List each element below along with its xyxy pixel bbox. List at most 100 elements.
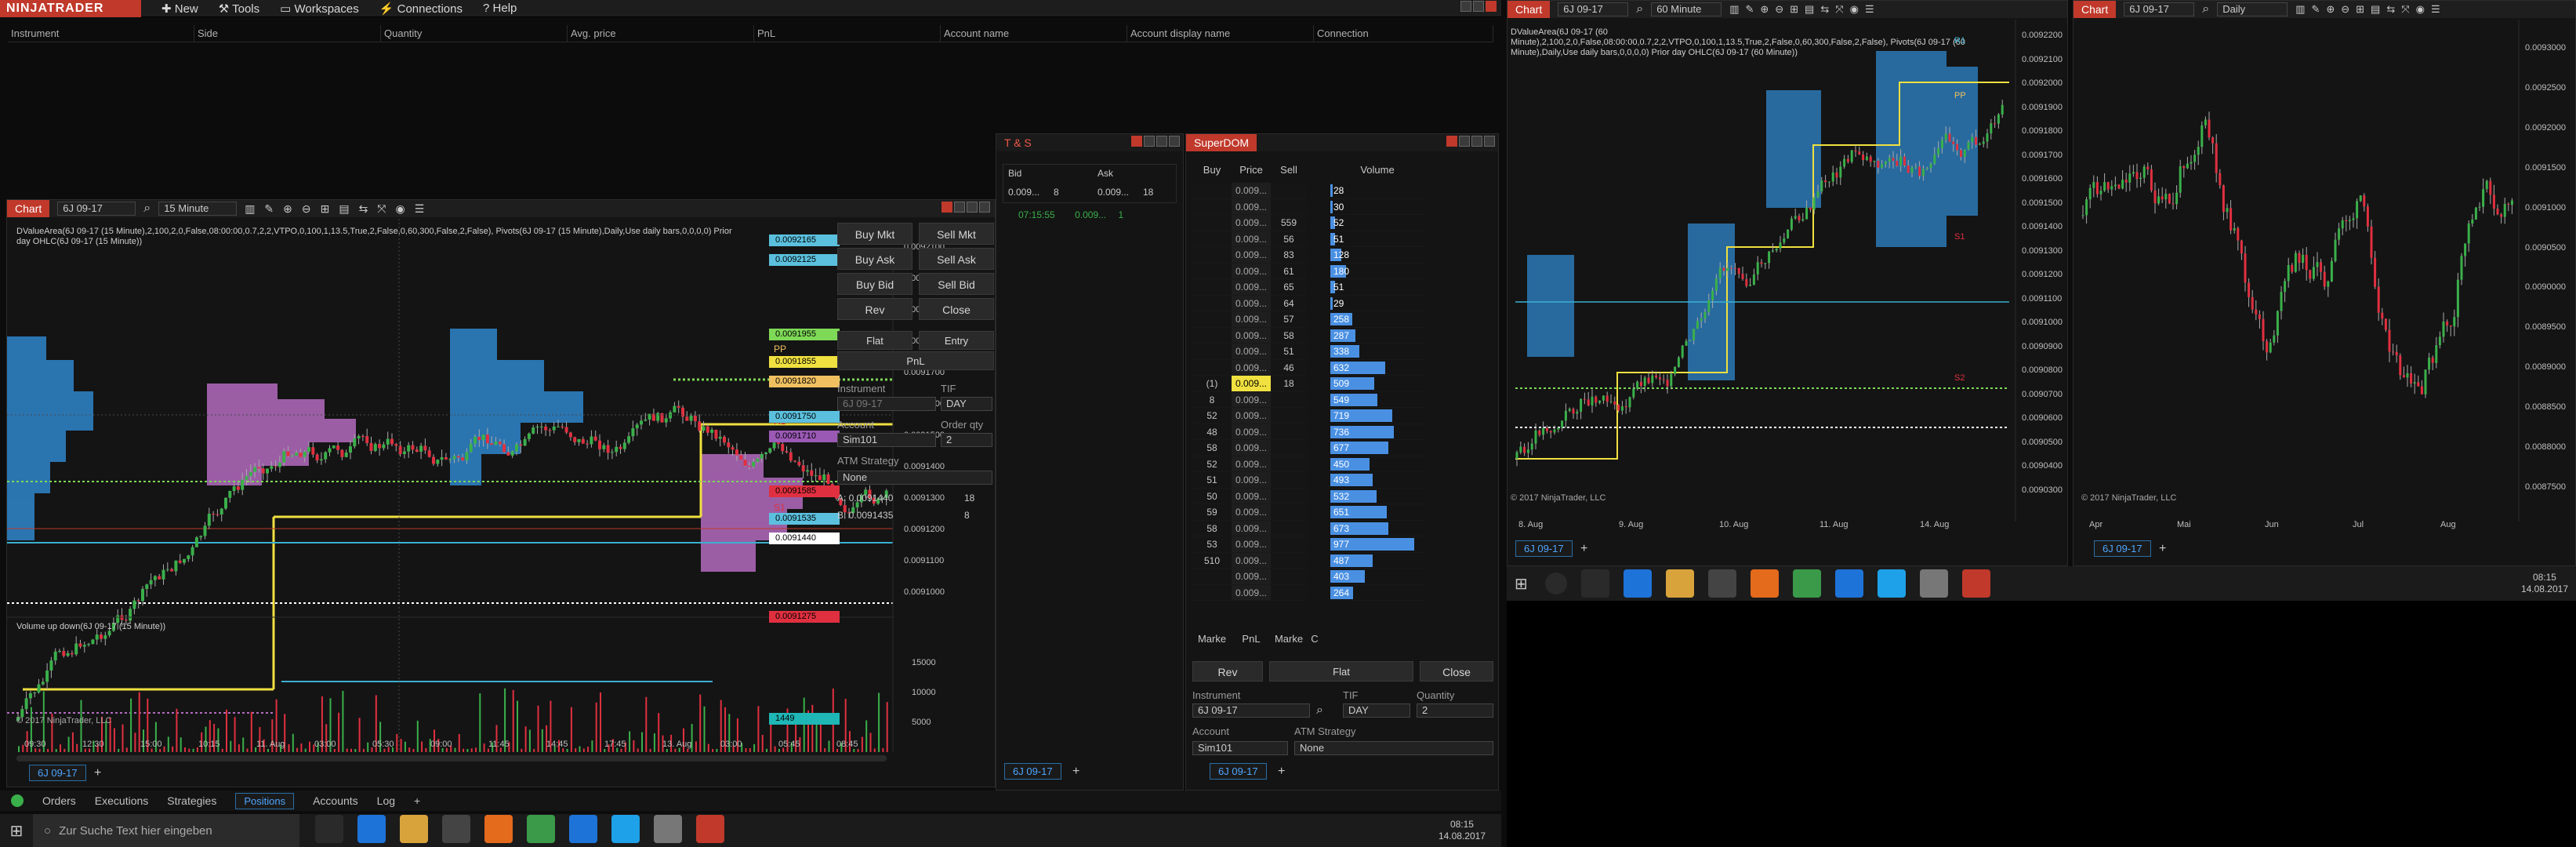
price-chart-area[interactable] xyxy=(2073,20,2576,522)
tab-log[interactable]: Log xyxy=(377,794,395,807)
windows-start-icon[interactable]: ⊞ xyxy=(1515,574,1528,594)
ladder-row[interactable]: 0.009... 83 128 xyxy=(1192,247,1493,264)
sell-cell[interactable]: 51 xyxy=(1271,344,1307,360)
ladder-row[interactable]: 0.009... 57 258 xyxy=(1192,311,1493,328)
column-quantity[interactable]: Quantity xyxy=(381,25,568,42)
superdom-instrument-tab[interactable]: 6J 09-17 + xyxy=(1210,763,1285,780)
column-side[interactable]: Side xyxy=(194,25,381,42)
buy-cell[interactable]: 59 xyxy=(1192,504,1232,521)
chart-tool-icons[interactable]: ▥✎⊕⊖⊞▤⇆⤧◉☰ xyxy=(1729,3,1880,16)
buy-cell[interactable] xyxy=(1192,584,1232,601)
sell-cell[interactable] xyxy=(1271,536,1307,553)
buy-cell[interactable]: 52 xyxy=(1192,456,1232,472)
ladder-row[interactable]: 58 0.009... 673 xyxy=(1192,520,1493,536)
ladder-row[interactable]: 58 0.009... 677 xyxy=(1192,440,1493,456)
sell-cell[interactable] xyxy=(1271,552,1307,569)
sell-cell[interactable]: 46 xyxy=(1271,359,1307,376)
sell-cell[interactable]: 83 xyxy=(1271,247,1307,264)
superdom-account-select[interactable]: Sim101 xyxy=(1192,741,1288,755)
sell-cell[interactable] xyxy=(1271,584,1307,601)
menu-new[interactable]: ✚ New xyxy=(161,2,198,16)
teamviewer-icon[interactable] xyxy=(1834,569,1863,598)
price-cell[interactable]: 0.009... xyxy=(1232,327,1271,344)
price-cell[interactable]: 0.009... xyxy=(1232,359,1271,376)
price-cell[interactable]: 0.009... xyxy=(1232,504,1271,521)
buy-cell[interactable] xyxy=(1192,247,1232,264)
price-cell[interactable]: 0.009... xyxy=(1232,279,1271,296)
price-cell[interactable]: 0.009... xyxy=(1232,391,1271,408)
instrument-selector[interactable]: 6J 09-17 xyxy=(1558,2,1629,16)
ladder-row[interactable]: 510 0.009... 487 xyxy=(1192,552,1493,569)
column-account-display-name[interactable]: Account display name xyxy=(1127,25,1314,42)
utility-icon[interactable] xyxy=(654,814,682,843)
sell-cell[interactable]: 61 xyxy=(1271,263,1307,279)
link-icon[interactable] xyxy=(1446,135,1457,147)
buy-cell[interactable] xyxy=(1192,359,1232,376)
order-qty-input[interactable]: 2 xyxy=(941,433,992,447)
buy-cell[interactable] xyxy=(1192,215,1232,231)
sell-cell[interactable]: 65 xyxy=(1271,279,1307,296)
buy-cell[interactable]: 51 xyxy=(1192,472,1232,489)
store-icon[interactable] xyxy=(1707,569,1736,598)
tif-select[interactable]: DAY xyxy=(941,397,992,411)
price-cell[interactable]: 0.009... xyxy=(1232,311,1271,328)
atm-strategy-select[interactable]: None xyxy=(837,471,992,485)
buy-bid-button[interactable]: Buy Bid xyxy=(837,273,912,295)
ladder-row[interactable]: 50 0.009... 532 xyxy=(1192,488,1493,504)
add-tab-icon[interactable]: + xyxy=(1072,765,1079,778)
time-axis[interactable]: Apr Mai Jun Jul Aug xyxy=(2081,520,2520,533)
price-cell[interactable]: 0.009... xyxy=(1232,552,1271,569)
add-tab-icon[interactable]: + xyxy=(94,766,101,780)
utility-icon[interactable] xyxy=(1919,569,1948,598)
ladder-row[interactable]: 51 0.009... 493 xyxy=(1192,472,1493,489)
price-cell[interactable]: 0.009... xyxy=(1232,215,1271,231)
task-view-icon[interactable] xyxy=(1580,569,1609,598)
maximize-icon[interactable] xyxy=(1156,135,1167,147)
tab-accounts[interactable]: Accounts xyxy=(313,794,358,807)
sell-cell[interactable]: 559 xyxy=(1271,215,1307,231)
ladder-row[interactable]: 0.009... 28 xyxy=(1192,183,1493,199)
price-cell[interactable]: 0.009... xyxy=(1232,344,1271,360)
sell-cell[interactable] xyxy=(1271,424,1307,440)
ts-instrument-tab[interactable]: 6J 09-17 + xyxy=(1004,763,1079,780)
ladder-row[interactable]: 0.009... 30 xyxy=(1192,198,1493,215)
add-tab-icon[interactable]: + xyxy=(1278,765,1285,778)
ladder-row[interactable]: 48 0.009... 736 xyxy=(1192,424,1493,440)
buy-cell[interactable]: 58 xyxy=(1192,440,1232,456)
rev-button[interactable]: Rev xyxy=(837,298,912,320)
price-cell[interactable]: 0.009... xyxy=(1232,536,1271,553)
sell-cell[interactable] xyxy=(1271,408,1307,424)
buy-cell[interactable] xyxy=(1192,344,1232,360)
sell-cell[interactable]: 57 xyxy=(1271,311,1307,328)
ninjatrader-app-icon[interactable] xyxy=(1961,569,1990,598)
ladder-row[interactable]: 0.009... 65 51 xyxy=(1192,279,1493,296)
ladder-row[interactable]: 0.009... 64 29 xyxy=(1192,295,1493,311)
horizontal-scrollbar[interactable] xyxy=(16,755,887,762)
ninjatrader-app-icon[interactable] xyxy=(696,814,724,843)
time-axis[interactable]: 09:30 12:30 15:00 10:15 11. Aug 03:00 05:30 09:… xyxy=(16,740,887,752)
account-select[interactable]: Sim101 xyxy=(837,433,936,447)
buy-cell[interactable]: 58 xyxy=(1192,520,1232,536)
c-cell[interactable]: C xyxy=(1307,633,1322,645)
tab-executions[interactable]: Executions xyxy=(95,794,148,807)
price-cell[interactable]: 0.009... xyxy=(1232,376,1271,392)
menu-help[interactable]: ? Help xyxy=(483,2,517,15)
file-explorer-icon[interactable] xyxy=(400,814,428,843)
column-instrument[interactable]: Instrument xyxy=(8,25,194,42)
price-cell[interactable]: 0.009... xyxy=(1232,472,1271,489)
task-view-icon[interactable] xyxy=(315,814,343,843)
price-cell[interactable]: 0.009... xyxy=(1232,569,1271,585)
ladder-row[interactable]: 59 0.009... 651 xyxy=(1192,504,1493,521)
sell-cell[interactable] xyxy=(1271,391,1307,408)
close-button[interactable]: Close xyxy=(919,298,994,320)
ladder-row[interactable]: 52 0.009... 450 xyxy=(1192,456,1493,472)
close-icon[interactable] xyxy=(1169,135,1180,147)
ladder-row[interactable]: 0.009... 46 632 xyxy=(1192,359,1493,376)
ladder-row[interactable]: 53 0.009... 977 xyxy=(1192,536,1493,553)
buy-cell[interactable] xyxy=(1192,263,1232,279)
search-icon[interactable]: ⌕ xyxy=(2202,2,2209,16)
minimize-icon[interactable] xyxy=(1459,135,1470,147)
buy-cell[interactable] xyxy=(1192,279,1232,296)
tab-strategies[interactable]: Strategies xyxy=(167,794,216,807)
buy-cell[interactable] xyxy=(1192,295,1232,311)
